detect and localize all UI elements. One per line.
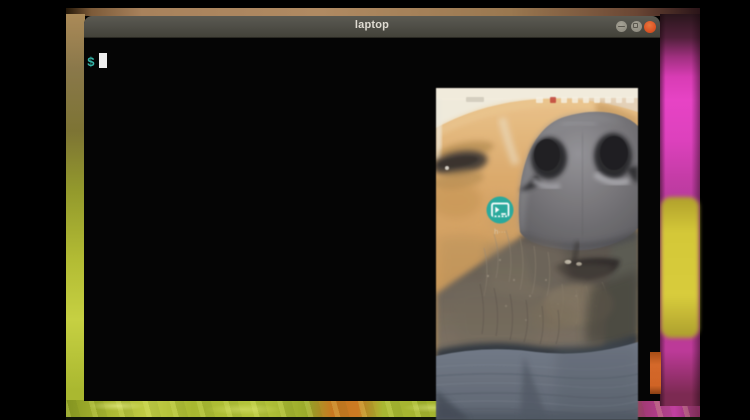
svg-text:h···: h··· xyxy=(494,227,506,236)
